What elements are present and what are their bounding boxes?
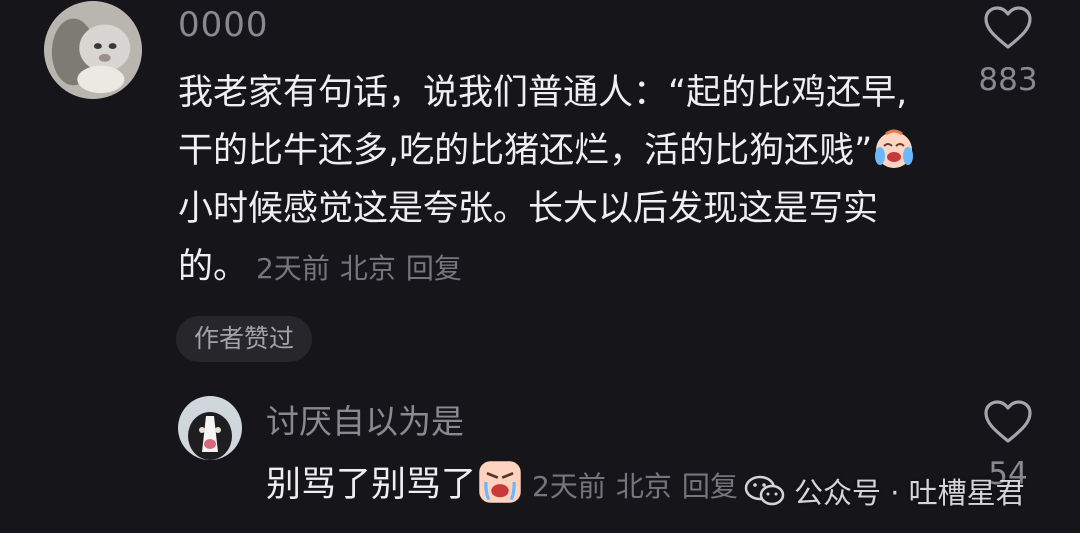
cat-avatar-image	[44, 1, 142, 99]
reply-avatar[interactable]	[178, 396, 242, 460]
reply-text: 别骂了别骂了 2天前 北京 回复	[266, 456, 738, 516]
like-count: 883	[978, 62, 1038, 98]
reply-username[interactable]: 讨厌自以为是	[266, 405, 464, 438]
reply-reply-button[interactable]: 回复	[682, 470, 738, 503]
reply-meta: 2天前 北京 回复	[532, 470, 738, 503]
avatar[interactable]	[44, 1, 142, 99]
crying-emoji-icon	[476, 458, 524, 506]
comment-text: 我老家有句话，说我们普通人：“起的比鸡还早,干的比牛还多,吃的比猪还烂，活的比狗…	[178, 64, 918, 298]
reply-button[interactable]: 回复	[406, 252, 462, 285]
dog-avatar-image	[178, 396, 242, 460]
wechat-icon	[744, 475, 785, 506]
heart-icon	[984, 6, 1032, 49]
comment-text-part1: 我老家有句话，说我们普通人：“起的比鸡还早,干的比牛还多,吃的比猪还烂，活的比狗…	[178, 73, 908, 171]
comment-time: 2天前	[256, 252, 330, 285]
reply-location: 北京	[615, 470, 672, 503]
comment-location: 北京	[339, 252, 396, 285]
comment-meta: 2天前 北京 回复	[256, 252, 462, 285]
heart-icon	[984, 400, 1032, 443]
reply-text-content: 别骂了别骂了	[266, 465, 477, 505]
watermark-text: 公众号 · 吐槽星君	[794, 476, 1025, 510]
author-liked-badge: 作者赞过	[176, 316, 313, 362]
reply-time: 2天前	[532, 470, 606, 503]
commenter-username[interactable]: 0000	[178, 8, 269, 42]
watermark: 公众号 · 吐槽星君	[744, 470, 1025, 512]
crying-laughing-emoji-icon	[872, 126, 916, 170]
like-button[interactable]: 883	[963, 5, 1053, 96]
